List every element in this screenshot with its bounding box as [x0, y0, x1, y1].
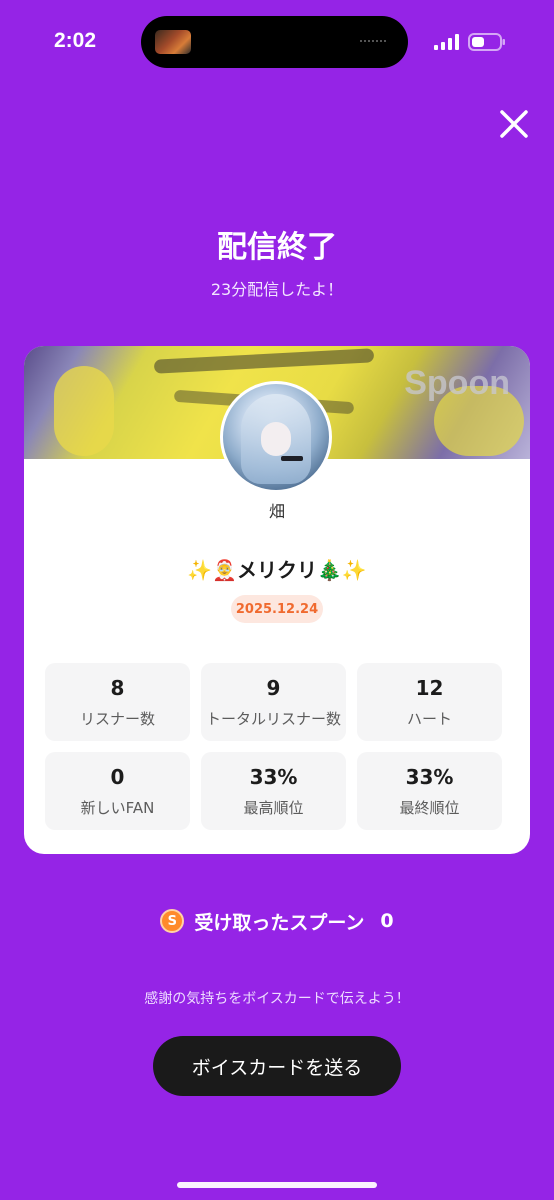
signal-icon [434, 34, 459, 50]
broadcast-duration-text: 23分配信したよ！ [210, 280, 344, 299]
stat-label: リスナー数 [79, 709, 155, 728]
now-playing-artwork [155, 30, 191, 54]
send-voice-card-button[interactable]: ボイスカードを送る [153, 1036, 401, 1096]
stat-hearts: 12 ハート [357, 663, 502, 741]
stat-label: 最終順位 [399, 798, 460, 817]
live-title: ✨🤶メリクリ🎄✨ [187, 558, 367, 582]
stat-listeners: 8 リスナー数 [45, 663, 190, 741]
username: 畑 [268, 502, 285, 521]
spoon-coin-icon: S [160, 909, 185, 933]
stat-final-rank: 33% 最終順位 [357, 752, 502, 830]
page-title: 配信終了 [217, 230, 337, 265]
spoon-logo: Spoon [404, 364, 510, 402]
stat-new-fans: 0 新しいFAN [45, 752, 190, 830]
battery-icon [468, 33, 505, 51]
broadcast-summary-card: Spoon 畑 ✨🤶メリクリ🎄✨ 2025.12.24 8 リスナー数 9 トー… [24, 346, 530, 854]
stat-value: 33% [249, 764, 298, 789]
stat-value: 8 [110, 675, 125, 700]
stat-highest-rank: 33% 最高順位 [201, 752, 346, 830]
stat-label: 最高順位 [243, 798, 304, 817]
received-spoons-count: 0 [380, 910, 394, 932]
stat-label: 新しいFAN [80, 798, 155, 817]
stat-value: 0 [110, 764, 125, 789]
date-badge: 2025.12.24 [231, 595, 323, 623]
thanks-message: 感謝の気持ちをボイスカードで伝えよう！ [144, 991, 410, 1007]
received-spoons-label: 受け取ったスプーン [194, 911, 365, 934]
home-indicator[interactable] [177, 1182, 377, 1188]
stat-total-listeners: 9 トータルリスナー数 [201, 663, 346, 741]
avatar[interactable] [220, 381, 332, 493]
stat-value: 9 [266, 675, 281, 700]
audio-waveform-icon [360, 36, 390, 46]
stats-grid: 8 リスナー数 9 トータルリスナー数 12 ハート 0 新しいFAN 33% … [45, 663, 505, 830]
stat-label: ハート [406, 709, 452, 728]
stat-label: トータルリスナー数 [205, 709, 341, 728]
dynamic-island[interactable] [141, 16, 408, 68]
close-icon[interactable] [496, 106, 532, 142]
received-spoons: S 受け取ったスプーン 0 [0, 906, 554, 936]
status-time: 2:02 [54, 29, 97, 52]
stat-value: 33% [405, 764, 454, 789]
stat-value: 12 [415, 675, 444, 700]
